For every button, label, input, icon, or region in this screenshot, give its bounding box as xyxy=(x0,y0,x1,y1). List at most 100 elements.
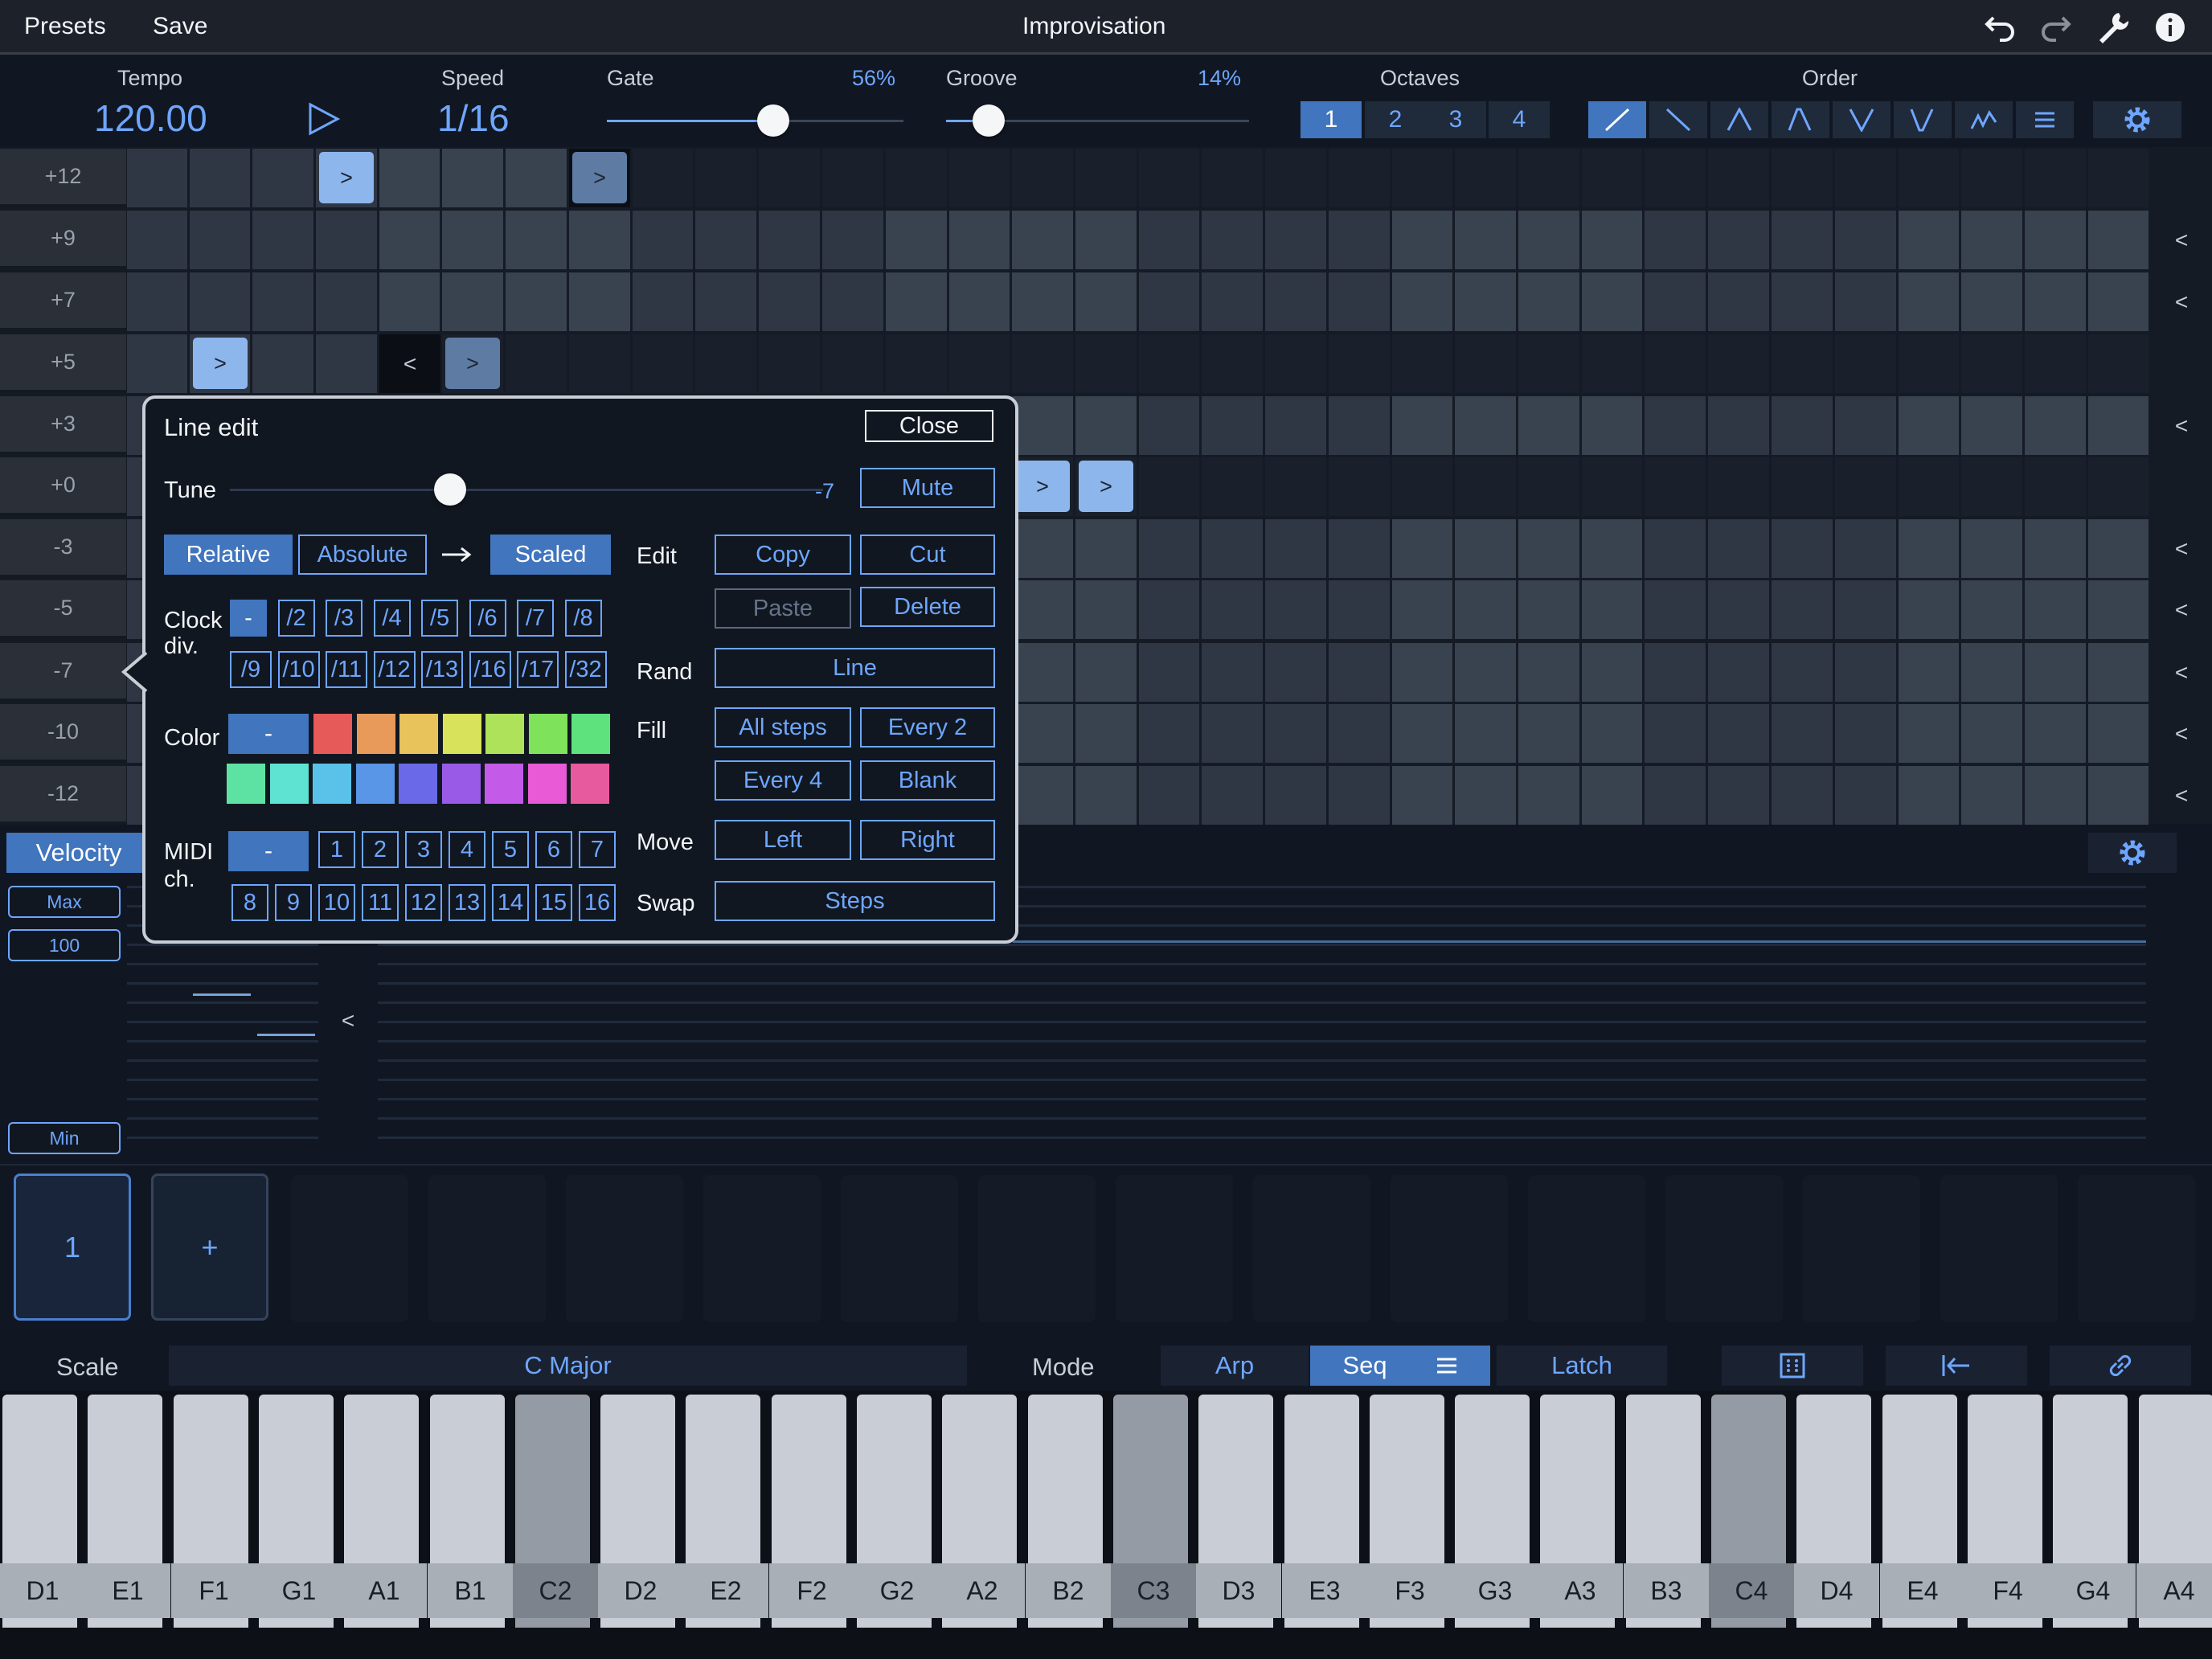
grid-cell[interactable] xyxy=(379,272,440,331)
grid-cell[interactable] xyxy=(1139,704,1199,763)
grid-cell[interactable] xyxy=(506,211,567,269)
grid-cell[interactable] xyxy=(1899,766,1959,825)
pattern-slot[interactable] xyxy=(703,1175,821,1322)
grid-cell[interactable] xyxy=(1708,704,1769,763)
grid-cell[interactable] xyxy=(1835,149,1896,207)
velocity-bar[interactable] xyxy=(127,1040,318,1043)
grid-cell[interactable] xyxy=(1392,766,1452,825)
pattern-1-button[interactable]: 1 xyxy=(14,1174,131,1321)
grid-cell[interactable] xyxy=(1961,580,2022,639)
velocity-bar[interactable] xyxy=(378,1059,2146,1062)
velocity-max-button[interactable]: Max xyxy=(8,886,121,918)
grid-cell[interactable] xyxy=(1012,211,1073,269)
grid-cell[interactable] xyxy=(1518,766,1579,825)
grid-cell[interactable] xyxy=(1899,519,1959,578)
grid-cell[interactable] xyxy=(1329,766,1390,825)
octave-3-button[interactable]: 3 xyxy=(1425,101,1486,138)
clock-div-button[interactable]: /9 xyxy=(230,651,272,688)
scale-selector[interactable]: C Major xyxy=(169,1346,967,1386)
grid-cell[interactable] xyxy=(1075,766,1137,825)
grid-step[interactable]: > xyxy=(193,338,248,389)
fill-every-4-button[interactable]: Every 4 xyxy=(715,760,851,801)
grid-cell[interactable] xyxy=(1645,334,1706,393)
midi-channel-button[interactable]: 11 xyxy=(362,884,399,921)
row-label-+12[interactable]: +12 xyxy=(0,149,126,207)
grid-cell[interactable] xyxy=(1202,396,1263,455)
color-swatch[interactable] xyxy=(313,764,351,804)
grid-cell[interactable] xyxy=(1139,211,1199,269)
pattern-slot[interactable] xyxy=(428,1175,546,1322)
seq-mode-button[interactable]: Seq xyxy=(1310,1346,1490,1386)
pattern-slot[interactable] xyxy=(1391,1175,1508,1322)
grid-cell[interactable] xyxy=(316,272,377,331)
move-left-button[interactable]: Left xyxy=(715,820,851,860)
grid-cell[interactable] xyxy=(1582,211,1642,269)
grid-cell[interactable] xyxy=(1075,211,1137,269)
grid-cell[interactable] xyxy=(1582,643,1642,702)
clock-div-button[interactable]: /8 xyxy=(564,600,602,637)
grid-cell[interactable] xyxy=(1518,211,1579,269)
order-up-down-repeat-button[interactable] xyxy=(1772,101,1829,138)
grid-cell[interactable] xyxy=(2025,457,2086,516)
midi-channel-button[interactable]: 8 xyxy=(231,884,268,921)
grid-cell[interactable] xyxy=(633,149,693,207)
velocity-bar[interactable] xyxy=(378,1137,2146,1139)
clock-div-button[interactable]: /6 xyxy=(469,600,506,637)
grid-cell[interactable] xyxy=(886,272,947,331)
velocity-bar[interactable] xyxy=(378,1117,2146,1120)
grid-cell[interactable] xyxy=(1961,211,2022,269)
row-label-+5[interactable]: +5 xyxy=(0,334,126,393)
grid-cell[interactable] xyxy=(1012,643,1073,702)
midi-channel-button[interactable]: 2 xyxy=(362,831,399,868)
grid-cell[interactable] xyxy=(1392,704,1452,763)
row-end-marker[interactable]: < xyxy=(2151,211,2212,269)
grid-cell[interactable] xyxy=(1012,272,1073,331)
absolute-button[interactable]: Absolute xyxy=(298,535,427,575)
grid-cell[interactable] xyxy=(2025,396,2086,455)
velocity-end-marker[interactable]: < xyxy=(322,1005,375,1037)
grid-cell[interactable] xyxy=(1518,643,1579,702)
grid-cell[interactable] xyxy=(1899,334,1959,393)
velocity-bar[interactable] xyxy=(127,1117,318,1120)
grid-cell[interactable] xyxy=(506,272,567,331)
color-swatch[interactable] xyxy=(571,714,610,754)
grid-cell[interactable] xyxy=(1835,766,1896,825)
grid-cell[interactable] xyxy=(1518,149,1579,207)
copy-button[interactable]: Copy xyxy=(715,535,851,575)
grid-cell[interactable] xyxy=(1455,334,1516,393)
play-icon[interactable] xyxy=(307,101,341,137)
grid-cell[interactable] xyxy=(1455,580,1516,639)
grid-cell[interactable] xyxy=(1899,643,1959,702)
velocity-bar[interactable] xyxy=(127,1059,318,1062)
grid-cell[interactable] xyxy=(1392,211,1452,269)
delete-button[interactable]: Delete xyxy=(860,587,995,627)
pattern-slot[interactable] xyxy=(566,1175,683,1322)
add-pattern-button[interactable]: + xyxy=(151,1174,268,1321)
grid-cell[interactable] xyxy=(1012,519,1073,578)
midi-channel-button[interactable]: 5 xyxy=(492,831,529,868)
grid-cell[interactable] xyxy=(1835,396,1896,455)
velocity-bar[interactable] xyxy=(378,1079,2146,1081)
grid-cell[interactable] xyxy=(1329,580,1390,639)
grid-cell[interactable] xyxy=(1582,334,1642,393)
grid-cell[interactable] xyxy=(1392,334,1452,393)
color-none-button[interactable]: - xyxy=(228,714,309,754)
grid-step[interactable]: > xyxy=(1079,461,1133,512)
grid-cell[interactable] xyxy=(1455,272,1516,331)
velocity-tab[interactable]: Velocity xyxy=(6,833,151,873)
grid-cell[interactable] xyxy=(1139,272,1199,331)
grid-cell[interactable] xyxy=(1202,211,1263,269)
grid-cell[interactable] xyxy=(1329,704,1390,763)
grid-cell[interactable] xyxy=(1265,519,1326,578)
grid-cell[interactable] xyxy=(569,211,630,269)
row-end-marker[interactable]: < xyxy=(2151,519,2212,578)
grid-cell[interactable] xyxy=(2088,334,2149,393)
pattern-slot[interactable] xyxy=(291,1175,408,1322)
pattern-slot[interactable] xyxy=(841,1175,958,1322)
grid-cell[interactable] xyxy=(1455,211,1516,269)
grid-cell[interactable] xyxy=(2025,149,2086,207)
grid-cell[interactable] xyxy=(1772,519,1833,578)
save-button[interactable]: Save xyxy=(153,13,207,40)
midi-channel-button[interactable]: 12 xyxy=(405,884,442,921)
info-icon[interactable] xyxy=(2153,10,2188,45)
